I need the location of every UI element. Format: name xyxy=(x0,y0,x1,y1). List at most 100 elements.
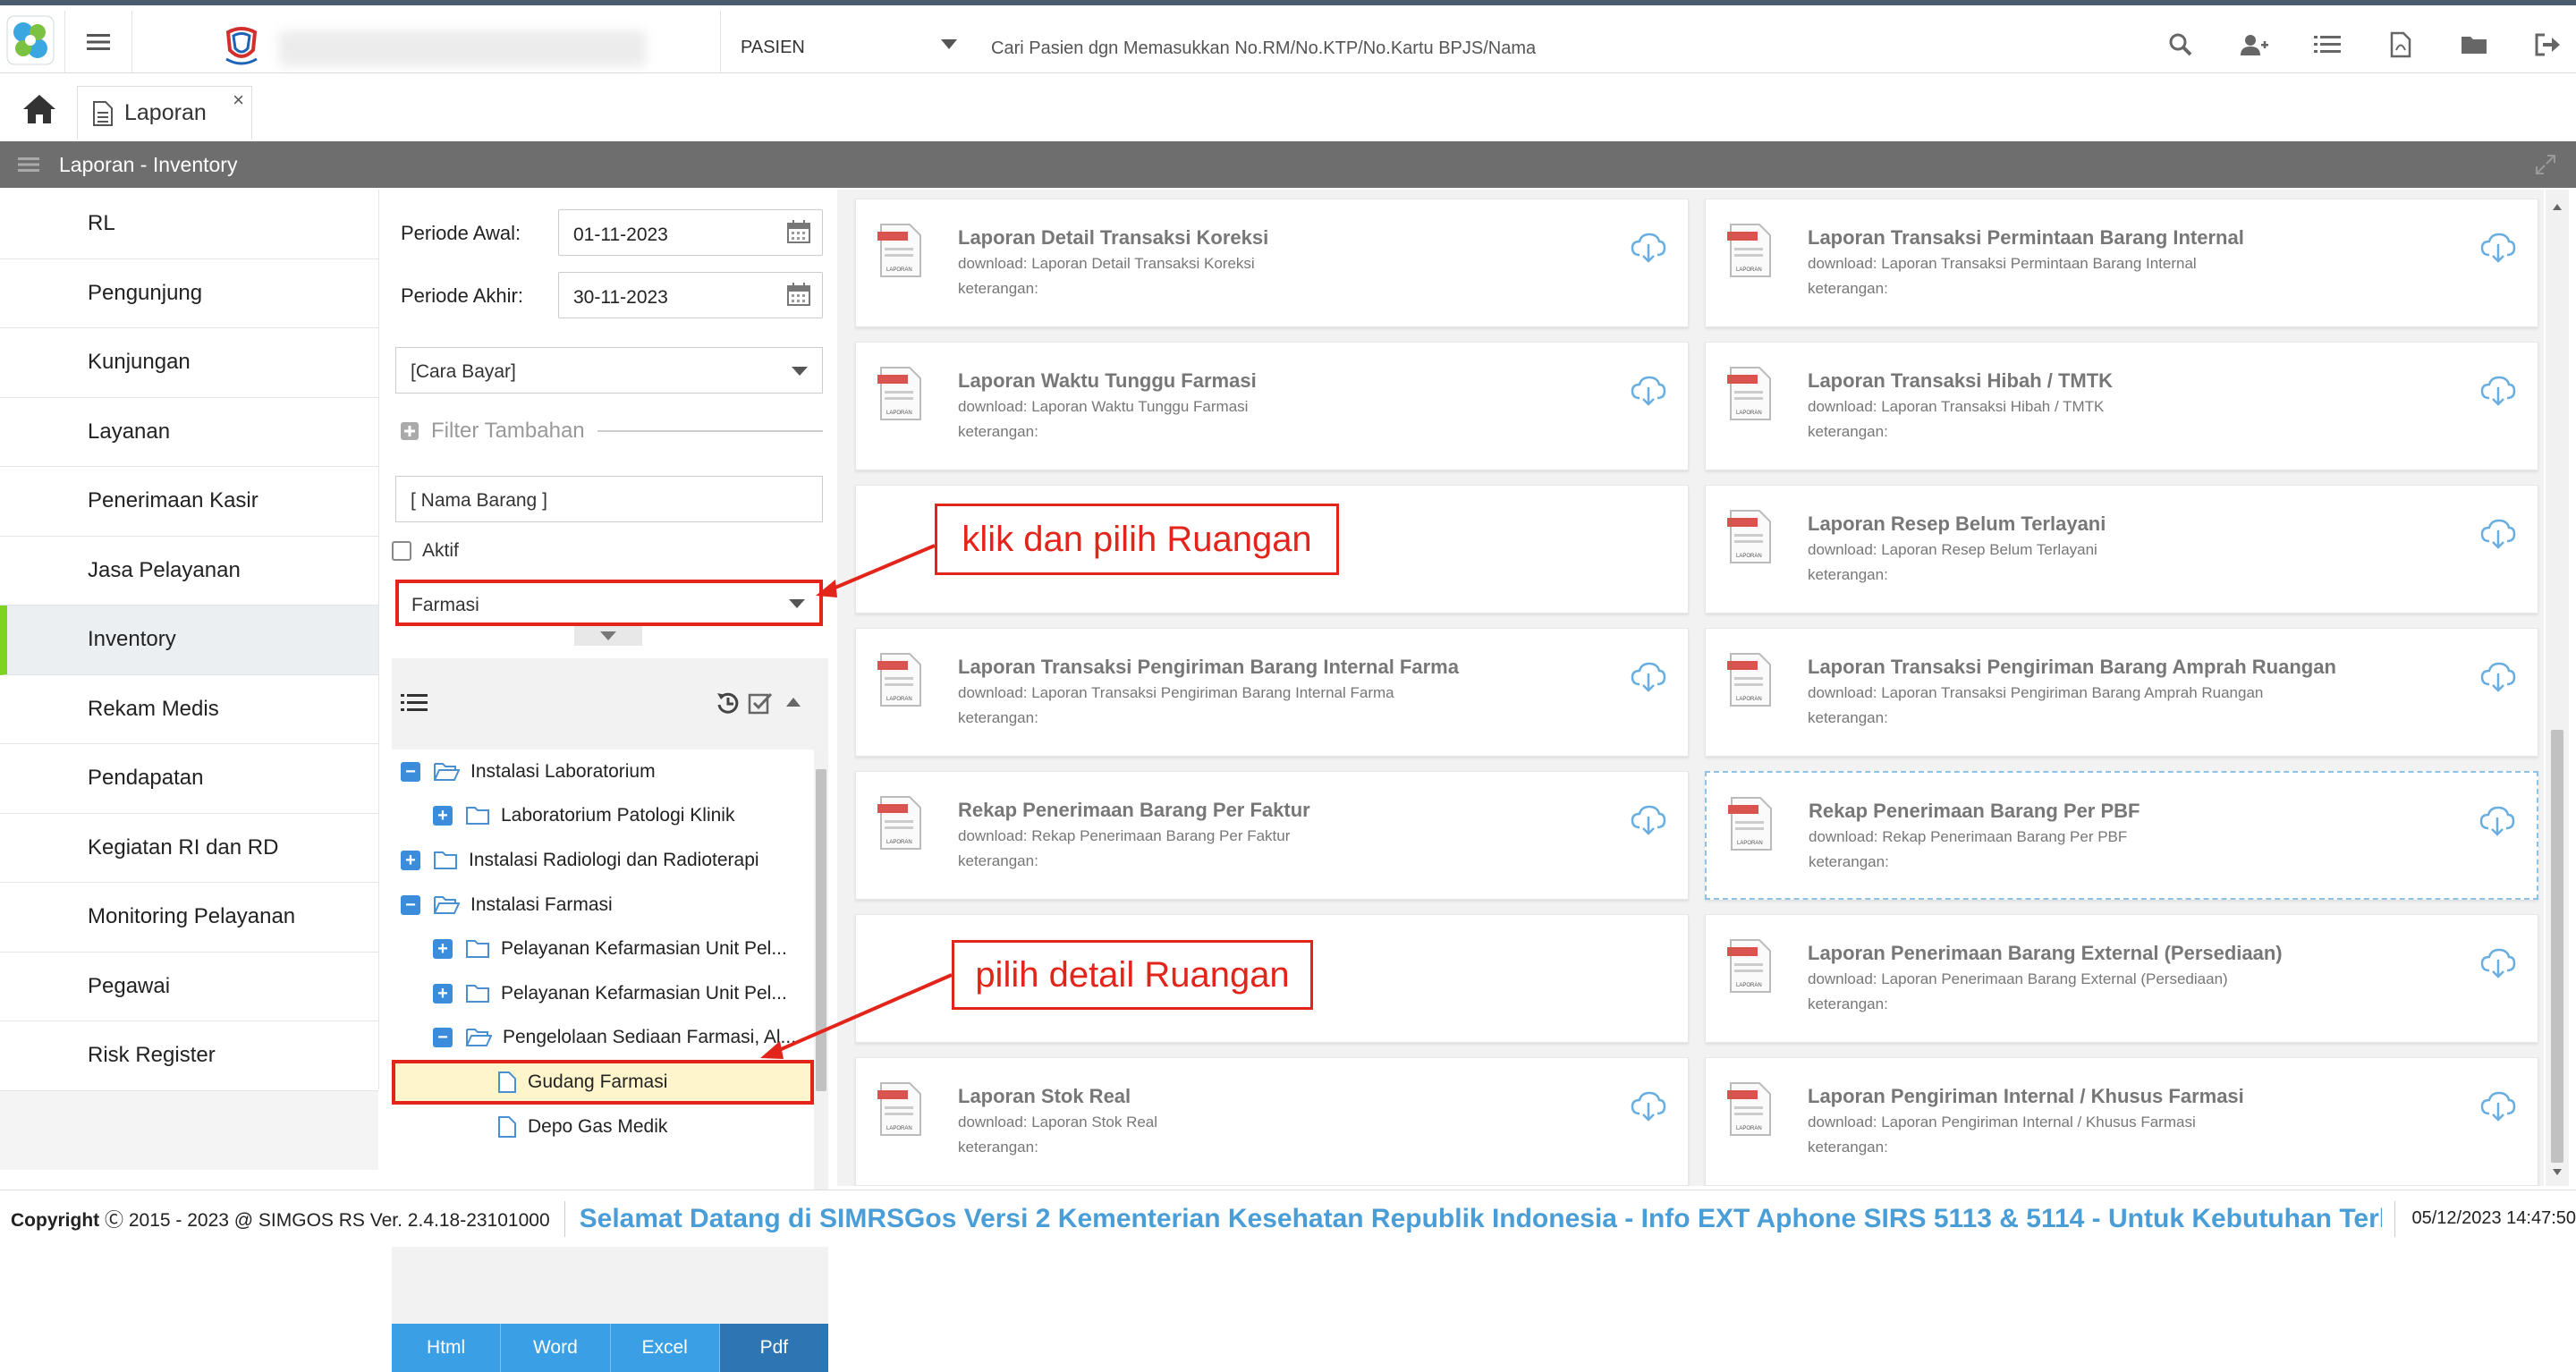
tree-node-laboratorium-patologi-klinik[interactable]: + Laboratorium Patologi Klinik xyxy=(392,794,814,839)
cloud-download-icon[interactable] xyxy=(1631,1090,1666,1122)
cloud-download-icon[interactable] xyxy=(2480,947,2516,979)
report-title[interactable]: Laporan Transaksi Permintaan Barang Inte… xyxy=(1808,226,2244,250)
report-card[interactable]: LAPORAN Laporan Detail Transaksi Koreksi d… xyxy=(855,199,1689,327)
report-title[interactable]: Laporan Transaksi Pengiriman Barang Inte… xyxy=(958,656,1459,679)
report-title[interactable]: Laporan Penerimaan Barang External (Pers… xyxy=(1808,942,2283,965)
tree-node-instalasi-radiologi[interactable]: + Instalasi Radiologi dan Radioterapi xyxy=(392,838,814,883)
export-html-button[interactable]: Html xyxy=(392,1324,502,1372)
check-square-icon[interactable] xyxy=(748,690,773,716)
report-title[interactable]: Laporan Stok Real xyxy=(958,1085,1131,1108)
export-pdf-button[interactable]: Pdf xyxy=(719,1324,828,1372)
home-icon[interactable] xyxy=(21,93,57,125)
filter-tambahan-toggle[interactable]: Filter Tambahan xyxy=(401,419,823,444)
report-title[interactable]: Rekap Penerimaan Barang Per PBF xyxy=(1809,800,2140,823)
sidebar-item-rl[interactable]: RL xyxy=(0,190,378,259)
tree-node-pelayanan-kefarmasian-2[interactable]: + Pelayanan Kefarmasian Unit Pel... xyxy=(392,971,814,1016)
report-title[interactable]: Rekap Penerimaan Barang Per Faktur xyxy=(958,799,1310,822)
report-title[interactable]: Laporan Pengiriman Internal / Khusus Far… xyxy=(1808,1085,2244,1108)
calendar-icon[interactable] xyxy=(786,219,811,244)
pdf-icon[interactable] xyxy=(2385,29,2417,61)
cloud-download-icon[interactable] xyxy=(2480,518,2516,550)
report-card[interactable]: LAPORAN Laporan Transaksi Pengiriman Bara… xyxy=(855,628,1689,757)
tree-node-instalasi-laboratorium[interactable]: − Instalasi Laboratorium xyxy=(392,750,814,794)
expand-icon[interactable]: + xyxy=(433,939,453,960)
report-card[interactable]: LAPORAN Laporan Transaksi Permintaan Bara… xyxy=(1705,199,2538,327)
panel-menu-icon[interactable] xyxy=(18,156,39,174)
scrollbar-thumb[interactable] xyxy=(2551,730,2563,1163)
collapse-toggle[interactable] xyxy=(574,626,642,646)
collapse-icon[interactable]: − xyxy=(433,1028,453,1048)
sidebar-item-inventory[interactable]: Inventory xyxy=(0,606,378,675)
collapse-icon[interactable]: − xyxy=(401,894,420,915)
export-excel-button[interactable]: Excel xyxy=(610,1324,720,1372)
aktif-checkbox-row[interactable]: Aktif xyxy=(392,540,459,562)
sidebar-item-layanan[interactable]: Layanan xyxy=(0,398,378,467)
report-card[interactable]: LAPORAN Laporan Transaksi Pengiriman Bara… xyxy=(1705,628,2538,757)
sidebar-item-penerimaan-kasir[interactable]: Penerimaan Kasir xyxy=(0,467,378,537)
expand-icon[interactable]: + xyxy=(401,850,420,870)
tab-close-icon[interactable]: × xyxy=(233,89,244,112)
report-card[interactable]: LAPORAN Laporan Penerimaan Barang Externa… xyxy=(1705,914,2538,1043)
expand-icon[interactable] xyxy=(2535,154,2556,175)
history-icon[interactable] xyxy=(716,690,741,716)
cloud-download-icon[interactable] xyxy=(1631,375,1666,407)
report-title[interactable]: Laporan Resep Belum Terlayani xyxy=(1808,512,2106,536)
sidebar-item-pegawai[interactable]: Pegawai xyxy=(0,953,378,1021)
periode-awal-input[interactable]: 01-11-2023 xyxy=(558,209,823,256)
main-scrollbar[interactable] xyxy=(2546,190,2569,1186)
report-title[interactable]: Laporan Transaksi Pengiriman Barang Ampr… xyxy=(1808,656,2336,679)
report-card[interactable]: LAPORAN Laporan Transaksi Hibah / TMTK dow… xyxy=(1705,342,2538,470)
cloud-download-icon[interactable] xyxy=(2480,232,2516,264)
list-icon[interactable] xyxy=(2311,29,2343,61)
logout-icon[interactable] xyxy=(2531,29,2563,61)
collapse-icon[interactable]: − xyxy=(401,761,420,782)
report-card[interactable]: LAPORAN Laporan Pengiriman Internal / Khu… xyxy=(1705,1057,2538,1186)
cloud-download-icon[interactable] xyxy=(2480,661,2516,693)
search-type-caret-icon[interactable] xyxy=(941,39,957,49)
cara-bayar-select[interactable]: [Cara Bayar] xyxy=(395,347,823,394)
sidebar-item-jasa-pelayanan[interactable]: Jasa Pelayanan xyxy=(0,537,378,606)
cloud-download-icon[interactable] xyxy=(1631,661,1666,693)
search-icon[interactable] xyxy=(2165,29,2197,61)
folder-icon[interactable] xyxy=(2458,29,2490,61)
sidebar-item-kunjungan[interactable]: Kunjungan xyxy=(0,328,378,398)
cloud-download-icon[interactable] xyxy=(2480,1090,2516,1122)
sidebar-item-pendapatan[interactable]: Pendapatan xyxy=(0,744,378,814)
ruangan-select[interactable]: Farmasi xyxy=(395,580,823,626)
sidebar-item-risk-register[interactable]: Risk Register xyxy=(0,1021,378,1091)
tree-node-depo-gas-medik[interactable]: Depo Gas Medik xyxy=(392,1105,814,1149)
cloud-download-icon[interactable] xyxy=(2480,375,2516,407)
calendar-icon[interactable] xyxy=(786,282,811,307)
sidebar-item-monitoring-pelayanan[interactable]: Monitoring Pelayanan xyxy=(0,883,378,953)
expand-icon[interactable]: + xyxy=(433,983,453,1004)
scrollbar-thumb[interactable] xyxy=(816,769,826,1091)
report-card[interactable]: LAPORAN Laporan Stok Real download: Lapora… xyxy=(855,1057,1689,1186)
hamburger-menu-button[interactable] xyxy=(64,11,132,73)
sidebar-item-kegiatan-ri-rd[interactable]: Kegiatan RI dan RD xyxy=(0,814,378,883)
periode-akhir-input[interactable]: 30-11-2023 xyxy=(558,272,823,318)
sidebar-item-pengunjung[interactable]: Pengunjung xyxy=(0,259,378,328)
chevron-up-icon[interactable] xyxy=(785,696,801,708)
report-title[interactable]: Laporan Transaksi Hibah / TMTK xyxy=(1808,369,2113,393)
report-card[interactable]: LAPORAN Rekap Penerimaan Barang Per PBF do… xyxy=(1705,771,2538,900)
tree-scrollbar[interactable] xyxy=(814,750,828,1197)
tree-node-pelayanan-kefarmasian-1[interactable]: + Pelayanan Kefarmasian Unit Pel... xyxy=(392,927,814,971)
app-logo[interactable] xyxy=(5,14,55,66)
tree-node-gudang-farmasi[interactable]: Gudang Farmasi xyxy=(392,1060,814,1105)
add-user-icon[interactable] xyxy=(2238,29,2270,61)
cloud-download-icon[interactable] xyxy=(1631,232,1666,264)
tree-node-pengelolaan-sediaan[interactable]: − Pengelolaan Sediaan Farmasi, Al... xyxy=(392,1016,814,1061)
report-card[interactable]: LAPORAN Rekap Penerimaan Barang Per Faktu… xyxy=(855,771,1689,900)
aktif-checkbox[interactable] xyxy=(392,541,411,561)
nama-barang-input[interactable]: [ Nama Barang ] xyxy=(395,476,823,522)
export-word-button[interactable]: Word xyxy=(501,1324,611,1372)
cloud-download-icon[interactable] xyxy=(2479,805,2515,837)
scroll-down-icon[interactable] xyxy=(2552,1168,2563,1177)
sidebar-item-rekam-medis[interactable]: Rekam Medis xyxy=(0,675,378,744)
tree-node-instalasi-farmasi[interactable]: − Instalasi Farmasi xyxy=(392,883,814,927)
tab-laporan[interactable]: Laporan × xyxy=(77,86,252,140)
patient-search-input[interactable]: Cari Pasien dgn Memasukkan No.RM/No.KTP/… xyxy=(991,38,1536,59)
report-title[interactable]: Laporan Detail Transaksi Koreksi xyxy=(958,226,1268,250)
report-card[interactable]: LAPORAN Laporan Waktu Tunggu Farmasi downl… xyxy=(855,342,1689,470)
report-card[interactable]: LAPORAN Laporan Resep Belum Terlayani down… xyxy=(1705,485,2538,614)
